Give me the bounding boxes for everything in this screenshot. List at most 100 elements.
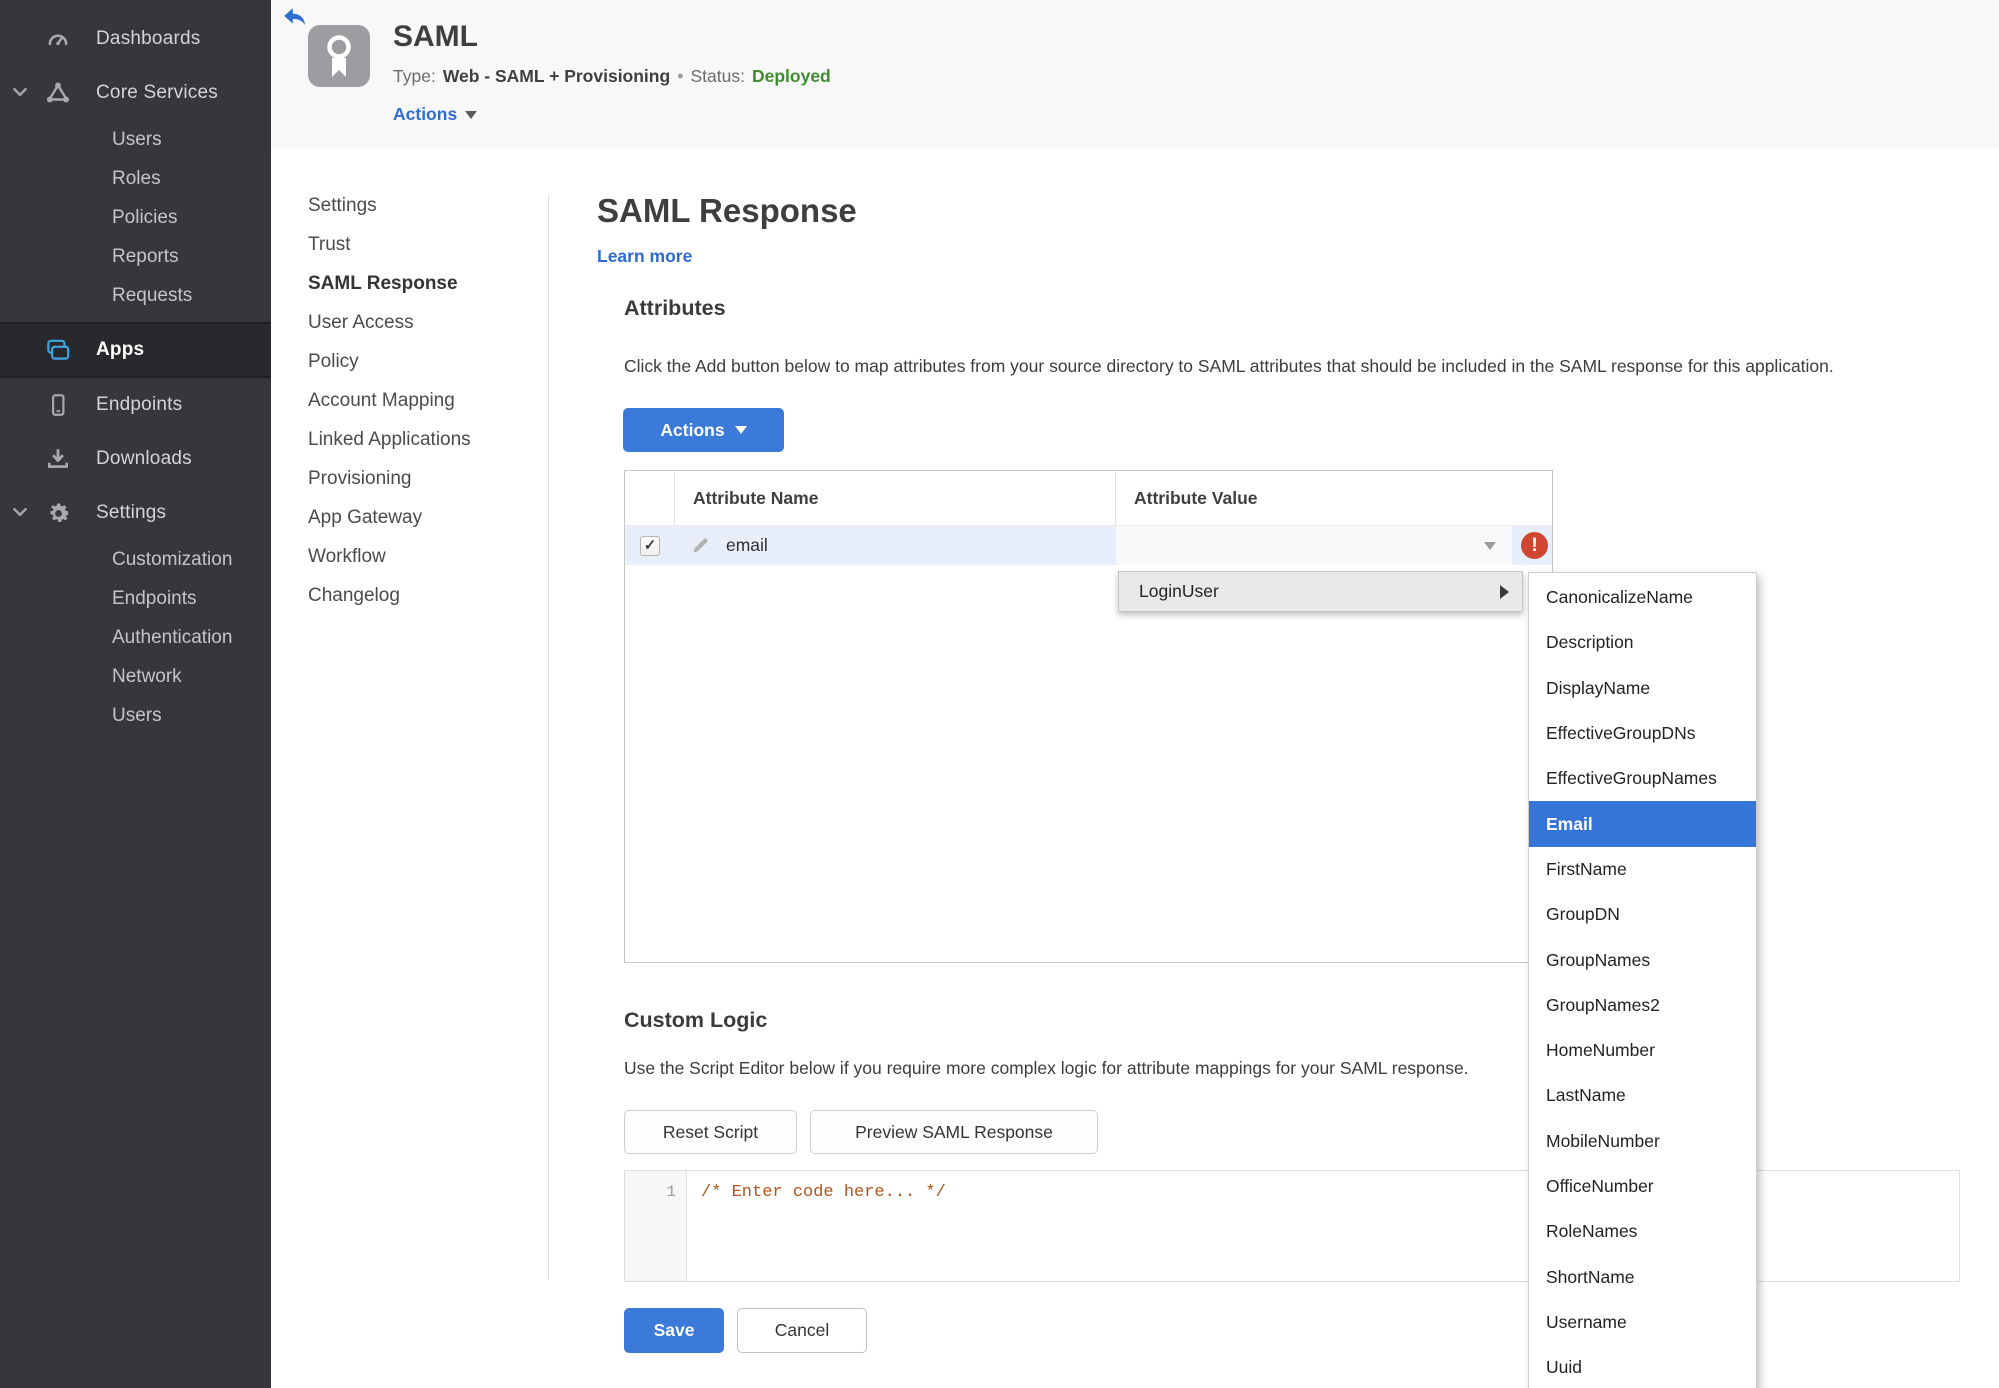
- sidebar-subitem[interactable]: Roles: [0, 159, 271, 198]
- subnav-item[interactable]: Workflow: [271, 537, 547, 576]
- sidebar-subitem[interactable]: Requests: [0, 276, 271, 315]
- chevron-down-icon: [1484, 542, 1496, 550]
- submenu-item[interactable]: FirstName: [1529, 847, 1756, 892]
- sidebar-item-core-services[interactable]: Core Services: [0, 66, 271, 120]
- row-checkbox[interactable]: [640, 535, 660, 556]
- type-value: Web - SAML + Provisioning: [442, 66, 671, 86]
- subnav-item[interactable]: Provisioning: [271, 459, 547, 498]
- page-title: SAML Response: [597, 192, 857, 229]
- attribute-value-column-header: Attribute Value: [1134, 487, 1258, 508]
- attributes-heading: Attributes: [624, 296, 726, 320]
- status-badge: Deployed: [751, 66, 831, 86]
- attributes-actions-button[interactable]: Actions: [623, 408, 784, 452]
- attribute-name-value: email: [726, 535, 768, 555]
- subnav-item[interactable]: Policy: [271, 342, 547, 381]
- submenu-item[interactable]: OfficeNumber: [1529, 1164, 1756, 1209]
- core-services-subitems: Users Roles Policies Reports Requests: [0, 120, 271, 315]
- chevron-down-icon[interactable]: [11, 503, 31, 523]
- submenu-item[interactable]: GroupNames2: [1529, 983, 1756, 1028]
- subnav-item[interactable]: Trust: [271, 225, 547, 264]
- attribute-name-column-header: Attribute Name: [675, 471, 1116, 525]
- submenu-item[interactable]: Username: [1529, 1300, 1756, 1345]
- subnav-item[interactable]: SAML Response: [271, 264, 547, 303]
- value-context-menu-loginuser[interactable]: LoginUser: [1118, 571, 1523, 612]
- attributes-table: Attribute Name Attribute Value email: [624, 470, 1553, 963]
- sidebar-subitem[interactable]: Customization: [0, 540, 271, 579]
- sidebar-item-settings[interactable]: Settings: [0, 486, 271, 540]
- sidebar-item-label: Dashboards: [96, 28, 201, 49]
- submenu-item[interactable]: Uuid: [1529, 1345, 1756, 1388]
- submenu-item[interactable]: CanonicalizeName: [1529, 575, 1756, 620]
- submenu-item[interactable]: LastName: [1529, 1073, 1756, 1118]
- header-actions-menu[interactable]: Actions: [393, 104, 478, 125]
- submenu-item[interactable]: Email: [1529, 801, 1756, 847]
- subnav-item[interactable]: Account Mapping: [271, 381, 547, 420]
- award-ribbon-icon: [308, 25, 370, 87]
- table-row[interactable]: email: [625, 526, 1552, 565]
- error-icon: [1521, 532, 1548, 559]
- attribute-value-dropdown[interactable]: [1116, 526, 1512, 565]
- editor-code[interactable]: /* Enter code here... */: [701, 1183, 946, 1202]
- submenu-item[interactable]: ShortName: [1529, 1254, 1756, 1299]
- sidebar-item-apps[interactable]: Apps: [0, 322, 271, 378]
- reset-script-button[interactable]: Reset Script: [624, 1110, 797, 1154]
- sidebar-item-downloads[interactable]: Downloads: [0, 432, 271, 486]
- mobile-device-icon: [44, 391, 72, 419]
- attribute-value-cell: [1116, 526, 1552, 565]
- core-services-icon: [44, 79, 72, 107]
- actions-button-label: Actions: [660, 419, 725, 440]
- learn-more-link[interactable]: Learn more: [597, 246, 692, 267]
- submenu-item[interactable]: GroupDN: [1529, 892, 1756, 937]
- status-label: Status:: [690, 66, 745, 86]
- subnav-item[interactable]: App Gateway: [271, 498, 547, 537]
- context-menu-label: LoginUser: [1139, 581, 1219, 601]
- submenu-item[interactable]: EffectiveGroupDNs: [1529, 711, 1756, 756]
- submenu-item[interactable]: EffectiveGroupNames: [1529, 756, 1756, 801]
- preview-saml-response-button[interactable]: Preview SAML Response: [810, 1110, 1098, 1154]
- main-sidebar: Dashboards Core Services Users Roles Polic…: [0, 0, 271, 1388]
- subnav-item[interactable]: Linked Applications: [271, 420, 547, 459]
- sidebar-item-dashboards[interactable]: Dashboards: [0, 12, 271, 66]
- sidebar-item-label: Core Services: [96, 82, 218, 103]
- submenu-item[interactable]: GroupNames: [1529, 937, 1756, 982]
- subnav-item[interactable]: Settings: [271, 186, 547, 225]
- cancel-button[interactable]: Cancel: [737, 1308, 867, 1353]
- sidebar-subitem[interactable]: Reports: [0, 237, 271, 276]
- sidebar-subitem[interactable]: Authentication: [0, 618, 271, 657]
- sidebar-item-label: Endpoints: [96, 394, 183, 415]
- app-header: SAML Type: Web - SAML + Provisioning • S…: [271, 0, 1999, 148]
- sidebar-subitem[interactable]: Users: [0, 696, 271, 735]
- header-actions-label: Actions: [393, 104, 458, 124]
- sidebar-subitem[interactable]: Endpoints: [0, 579, 271, 618]
- row-checkbox-cell: [625, 526, 675, 565]
- subnav-item[interactable]: User Access: [271, 303, 547, 342]
- submenu-item[interactable]: RoleNames: [1529, 1209, 1756, 1254]
- script-editor[interactable]: 1 /* Enter code here... */: [624, 1170, 1960, 1282]
- submenu-item[interactable]: DisplayName: [1529, 666, 1756, 711]
- settings-subitems: Customization Endpoints Authentication Netw…: [0, 540, 271, 735]
- sidebar-subitem[interactable]: Network: [0, 657, 271, 696]
- download-icon: [44, 445, 72, 473]
- chevron-right-icon: [1500, 585, 1509, 599]
- attribute-value-submenu: CanonicalizeName Description DisplayName Ef…: [1528, 572, 1757, 1388]
- app-title: SAML: [393, 20, 478, 53]
- back-arrow-icon[interactable]: [283, 7, 307, 27]
- submenu-item[interactable]: MobileNumber: [1529, 1119, 1756, 1164]
- sidebar-subitem[interactable]: Users: [0, 120, 271, 159]
- gear-icon: [44, 499, 72, 527]
- editor-line-number: 1: [625, 1171, 687, 1281]
- save-button[interactable]: Save: [624, 1308, 724, 1353]
- attribute-name-cell: email: [675, 526, 1116, 565]
- sidebar-subitem[interactable]: Policies: [0, 198, 271, 237]
- subnav-item[interactable]: Changelog: [271, 576, 547, 615]
- submenu-item[interactable]: Description: [1529, 620, 1756, 665]
- sidebar-item-label: Apps: [96, 339, 145, 360]
- app-subnav: Settings Trust SAML Response User Access Pol…: [271, 186, 547, 615]
- separator-dot: •: [677, 66, 684, 86]
- submenu-item[interactable]: HomeNumber: [1529, 1028, 1756, 1073]
- sidebar-item-label: Downloads: [96, 448, 192, 469]
- sidebar-item-endpoints[interactable]: Endpoints: [0, 378, 271, 432]
- chevron-down-icon: [465, 110, 478, 119]
- pencil-icon[interactable]: [691, 536, 710, 555]
- chevron-down-icon[interactable]: [11, 83, 31, 103]
